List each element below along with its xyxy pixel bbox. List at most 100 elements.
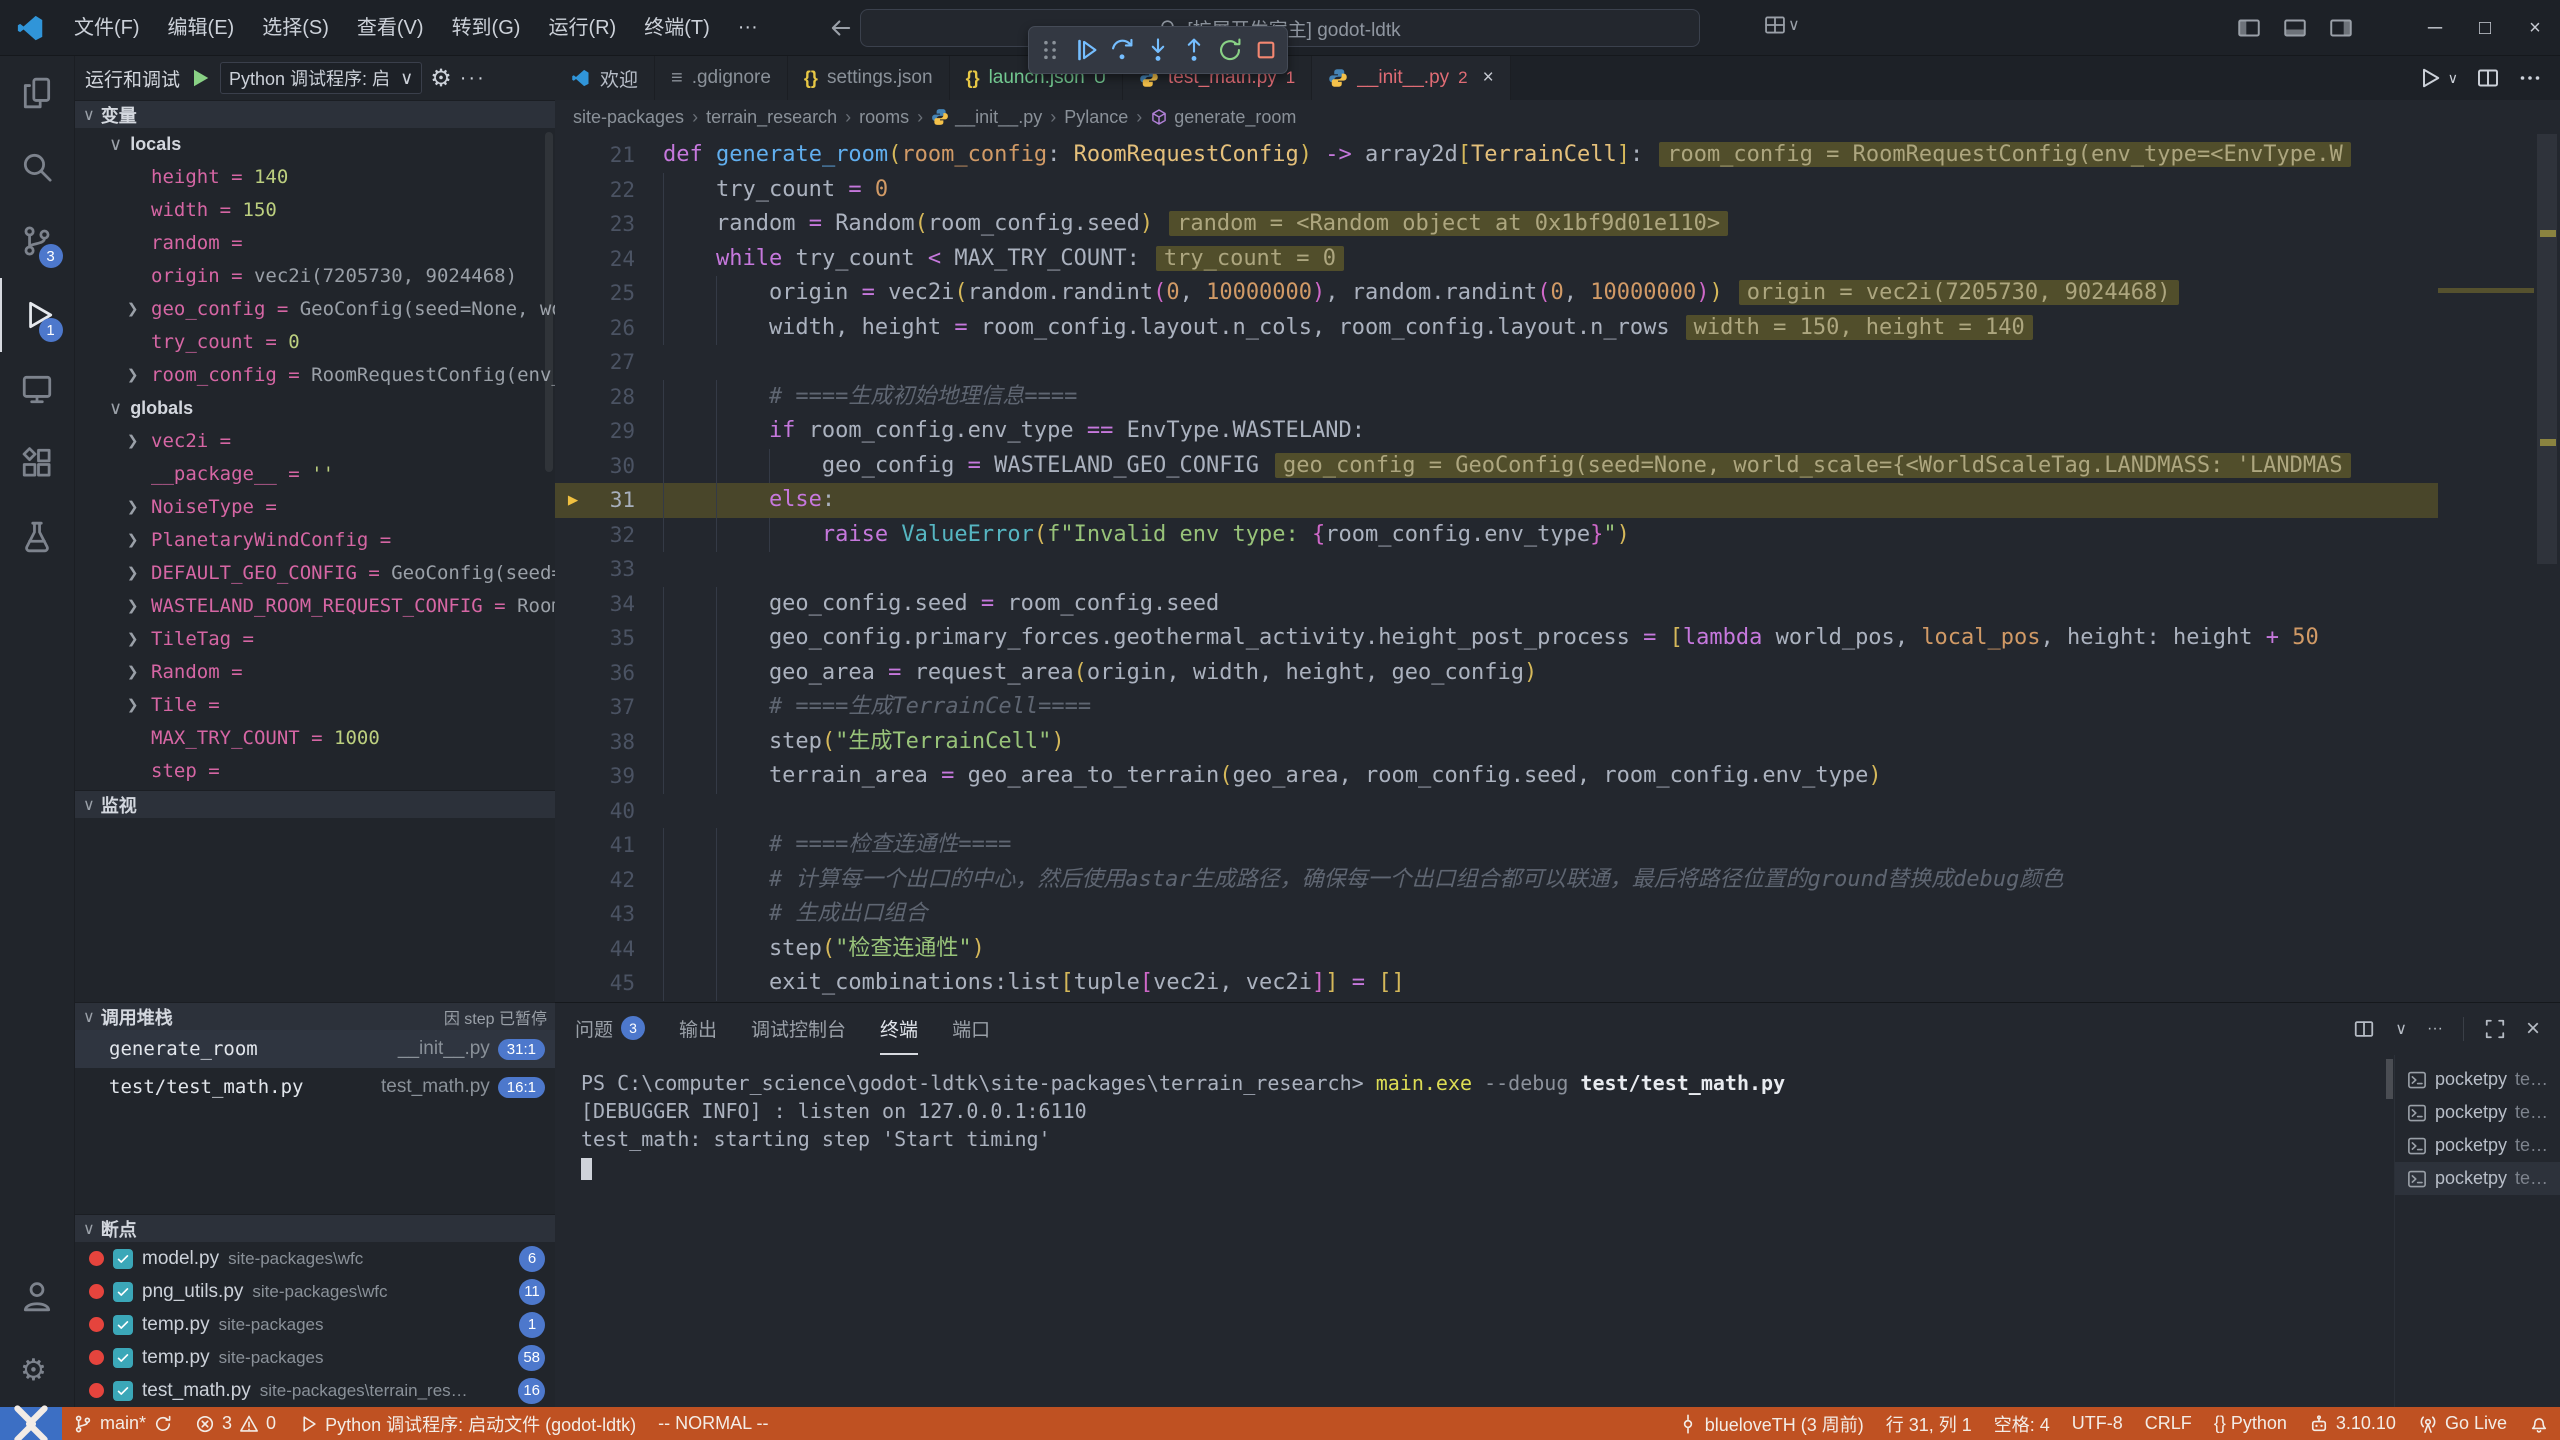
- breadcrumb-item[interactable]: generate_room: [1150, 107, 1296, 128]
- menu-item[interactable]: 终端(T): [630, 0, 724, 56]
- git-branch[interactable]: main*: [62, 1407, 184, 1440]
- maximize-button[interactable]: □: [2460, 0, 2510, 56]
- code-line[interactable]: 40: [555, 794, 2560, 829]
- start-debug-button[interactable]: [188, 66, 212, 90]
- menu-item[interactable]: 查看(V): [343, 0, 438, 56]
- code-line[interactable]: 26width, height = room_config.layout.n_c…: [555, 311, 2560, 346]
- breakpoint-checkbox[interactable]: [113, 1348, 133, 1368]
- panel-tab-问题[interactable]: 问题 3: [575, 1003, 645, 1055]
- panel-tab-输出[interactable]: 输出: [679, 1003, 717, 1055]
- variable-row[interactable]: height = 140: [75, 161, 555, 194]
- python-version[interactable]: 3.10.10: [2298, 1407, 2407, 1440]
- problems-summary[interactable]: 30: [184, 1407, 287, 1440]
- continue-button[interactable]: [1073, 37, 1099, 63]
- split-editor-button[interactable]: [2476, 66, 2500, 90]
- code-line[interactable]: 24while try_count < MAX_TRY_COUNT:try_co…: [555, 242, 2560, 277]
- watch-section-header[interactable]: ∨ 监视: [75, 790, 555, 818]
- close-tab-icon[interactable]: ×: [1483, 67, 1494, 89]
- vim-mode[interactable]: -- NORMAL --: [647, 1407, 779, 1440]
- editor-more-actions[interactable]: [2518, 66, 2542, 90]
- cursor-position[interactable]: 行 31, 列 1: [1875, 1407, 1983, 1440]
- breakpoint-checkbox[interactable]: [113, 1315, 133, 1335]
- stack-frame[interactable]: generate_room__init__.py 31:1: [75, 1030, 555, 1068]
- tab-.gdignore[interactable]: ≡.gdignore: [655, 56, 788, 100]
- tab-settings.json[interactable]: {}settings.json: [788, 56, 950, 100]
- variable-row[interactable]: ❯Random =: [75, 656, 555, 689]
- breakpoint-checkbox[interactable]: [113, 1282, 133, 1302]
- encoding[interactable]: UTF-8: [2061, 1407, 2134, 1440]
- minimize-button[interactable]: ─: [2410, 0, 2460, 56]
- breakpoint-row[interactable]: model.pysite-packages\wfc 6: [75, 1242, 555, 1275]
- step-over-button[interactable]: [1109, 37, 1135, 63]
- variables-section-header[interactable]: ∨ 变量: [75, 100, 555, 128]
- activity-testing[interactable]: [0, 500, 75, 574]
- variable-row[interactable]: ❯WASTELAND_ROOM_REQUEST_CONFIG = RoomR…: [75, 590, 555, 623]
- code-line[interactable]: 21def generate_room(room_config: RoomReq…: [555, 138, 2560, 173]
- variable-row[interactable]: ❯NoiseType =: [75, 491, 555, 524]
- variable-row[interactable]: width = 150: [75, 194, 555, 227]
- variable-row[interactable]: ❯TileTag =: [75, 623, 555, 656]
- activity-explorer[interactable]: [0, 56, 75, 130]
- step-out-button[interactable]: [1181, 37, 1207, 63]
- go-live[interactable]: Go Live: [2407, 1407, 2518, 1440]
- code-line[interactable]: 28# ====生成初始地理信息====: [555, 380, 2560, 415]
- code-line[interactable]: 22try_count = 0: [555, 173, 2560, 208]
- code-line[interactable]: 41# ====检查连通性====: [555, 828, 2560, 863]
- close-window-button[interactable]: ×: [2510, 0, 2560, 56]
- restart-button[interactable]: [1217, 37, 1243, 63]
- panel-tab-端口[interactable]: 端口: [952, 1003, 990, 1055]
- tab-__init__.py[interactable]: __init__.py2 ×: [1312, 56, 1510, 100]
- activity-search[interactable]: [0, 130, 75, 204]
- activity-source-control[interactable]: 3: [0, 204, 75, 278]
- variable-row[interactable]: __package__ = '': [75, 458, 555, 491]
- menu-item[interactable]: 选择(S): [248, 0, 343, 56]
- variable-row[interactable]: ❯vec2i =: [75, 425, 555, 458]
- variable-row[interactable]: try_count = 0: [75, 326, 555, 359]
- indentation[interactable]: 空格: 4: [1983, 1407, 2061, 1440]
- debug-settings-gear-icon[interactable]: ⚙: [430, 64, 452, 93]
- terminal-instance[interactable]: pocketpyte…: [2395, 1129, 2560, 1162]
- customize-layout-icon[interactable]: [2364, 0, 2410, 56]
- terminal-instance[interactable]: pocketpyte…: [2395, 1162, 2560, 1195]
- breadcrumb-item[interactable]: rooms: [859, 107, 909, 128]
- debug-more-actions[interactable]: ···: [460, 67, 486, 90]
- code-line[interactable]: 45exit_combinations:list[tuple[vec2i, ve…: [555, 966, 2560, 1001]
- toggle-sidebar-icon[interactable]: [2226, 0, 2272, 56]
- git-blame[interactable]: blueloveTH (3 周前): [1667, 1407, 1875, 1440]
- variable-row[interactable]: step =: [75, 755, 555, 788]
- code-line[interactable]: 36geo_area = request_area(origin, width,…: [555, 656, 2560, 691]
- activity-accounts[interactable]: [0, 1259, 75, 1333]
- variable-row[interactable]: ❯room_config = RoomRequestConfig(env_t…: [75, 359, 555, 392]
- remote-indicator[interactable]: [0, 1407, 62, 1440]
- code-line[interactable]: 32raise ValueError(f"Invalid env type: {…: [555, 518, 2560, 553]
- call-stack-section-header[interactable]: ∨ 调用堆栈 因 step 已暂停: [75, 1002, 555, 1030]
- stop-button[interactable]: [1253, 37, 1279, 63]
- activity-remote-explorer[interactable]: [0, 352, 75, 426]
- notifications-bell[interactable]: [2518, 1407, 2560, 1440]
- tab-欢迎[interactable]: 欢迎: [555, 56, 655, 100]
- step-into-button[interactable]: [1145, 37, 1171, 63]
- variable-row[interactable]: ❯PlanetaryWindConfig =: [75, 524, 555, 557]
- breadcrumb-item[interactable]: site-packages: [573, 107, 684, 128]
- panel-tab-终端[interactable]: 终端: [880, 1003, 918, 1055]
- breadcrumb-item[interactable]: Pylance: [1064, 107, 1128, 128]
- variable-row[interactable]: ❯Tile =: [75, 689, 555, 722]
- variable-row[interactable]: random =: [75, 227, 555, 260]
- code-line[interactable]: 29if room_config.env_type == EnvType.WAS…: [555, 414, 2560, 449]
- terminal-scrollbar[interactable]: [2386, 1059, 2393, 1099]
- code-line[interactable]: 34geo_config.seed = room_config.seed: [555, 587, 2560, 622]
- eol-sequence[interactable]: CRLF: [2134, 1407, 2203, 1440]
- code-line[interactable]: 35geo_config.primary_forces.geothermal_a…: [555, 621, 2560, 656]
- variable-row[interactable]: origin = vec2i(7205730, 9024468): [75, 260, 555, 293]
- toggle-panel-icon[interactable]: [2272, 0, 2318, 56]
- chevron-down-icon[interactable]: ∨: [2395, 1019, 2407, 1039]
- variable-row[interactable]: ❯geo_config = GeoConfig(seed=None, wor…: [75, 293, 555, 326]
- code-line[interactable]: 38step("生成TerrainCell"): [555, 725, 2560, 760]
- stack-frame[interactable]: test/test_math.pytest_math.py 16:1: [75, 1068, 555, 1106]
- code-line[interactable]: 27: [555, 345, 2560, 380]
- split-terminal-icon[interactable]: [2353, 1018, 2375, 1040]
- code-line[interactable]: 43# 生成出口组合: [555, 897, 2560, 932]
- activity-extensions[interactable]: [0, 426, 75, 500]
- code-line[interactable]: 44step("检查连通性"): [555, 932, 2560, 967]
- drag-grip[interactable]: [1037, 37, 1063, 63]
